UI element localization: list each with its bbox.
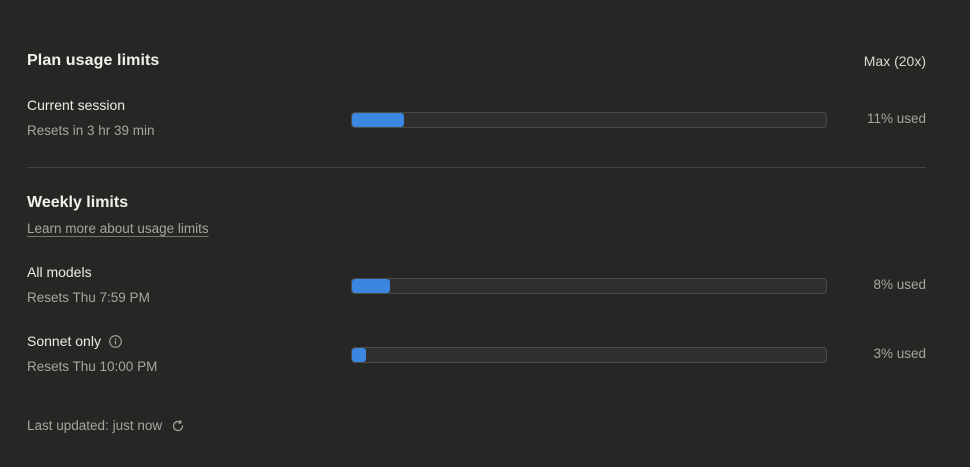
all-models-used: 8% used: [873, 277, 926, 292]
sonnet-only-progress-fill: [352, 348, 367, 362]
info-icon[interactable]: [109, 334, 122, 348]
sonnet-only-label: Sonnet only: [27, 333, 101, 349]
plan-header: Plan usage limits Max (20x): [27, 52, 926, 74]
current-session-row: Current session Resets in 3 hr 39 min 11…: [27, 97, 926, 143]
sonnet-only-row: Sonnet only Resets Thu 10:00 PM 3% used: [27, 333, 926, 379]
sonnet-only-reset: Resets Thu 10:00 PM: [27, 359, 158, 374]
last-updated-footer: Last updated: just now: [27, 418, 185, 433]
current-session-label: Current session: [27, 97, 126, 113]
weekly-limits-title: Weekly limits: [27, 194, 129, 211]
current-session-used: 11% used: [866, 111, 926, 126]
current-session-progress-bar: [351, 112, 827, 128]
usage-limits-panel: Plan usage limits Max (20x) Current sess…: [27, 0, 926, 467]
all-models-row: All models Resets Thu 7:59 PM 8% used: [27, 264, 926, 310]
current-session-reset: Resets in 3 hr 39 min: [27, 123, 155, 138]
sonnet-only-used: 3% used: [873, 346, 926, 361]
current-session-progress-fill: [352, 113, 405, 127]
sonnet-only-progress-bar: [351, 347, 827, 363]
section-divider: [27, 167, 926, 168]
sonnet-only-name: Sonnet only: [27, 333, 122, 349]
last-updated-text: Last updated: just now: [27, 418, 163, 433]
plan-usage-title: Plan usage limits: [27, 52, 160, 69]
all-models-label: All models: [27, 264, 92, 280]
learn-more-link[interactable]: Learn more about usage limits: [27, 221, 209, 236]
plan-badge: Max (20x): [863, 53, 926, 69]
all-models-reset: Resets Thu 7:59 PM: [27, 290, 150, 305]
all-models-progress-bar: [351, 278, 827, 294]
all-models-progress-fill: [352, 279, 390, 293]
refresh-icon[interactable]: [171, 419, 185, 433]
